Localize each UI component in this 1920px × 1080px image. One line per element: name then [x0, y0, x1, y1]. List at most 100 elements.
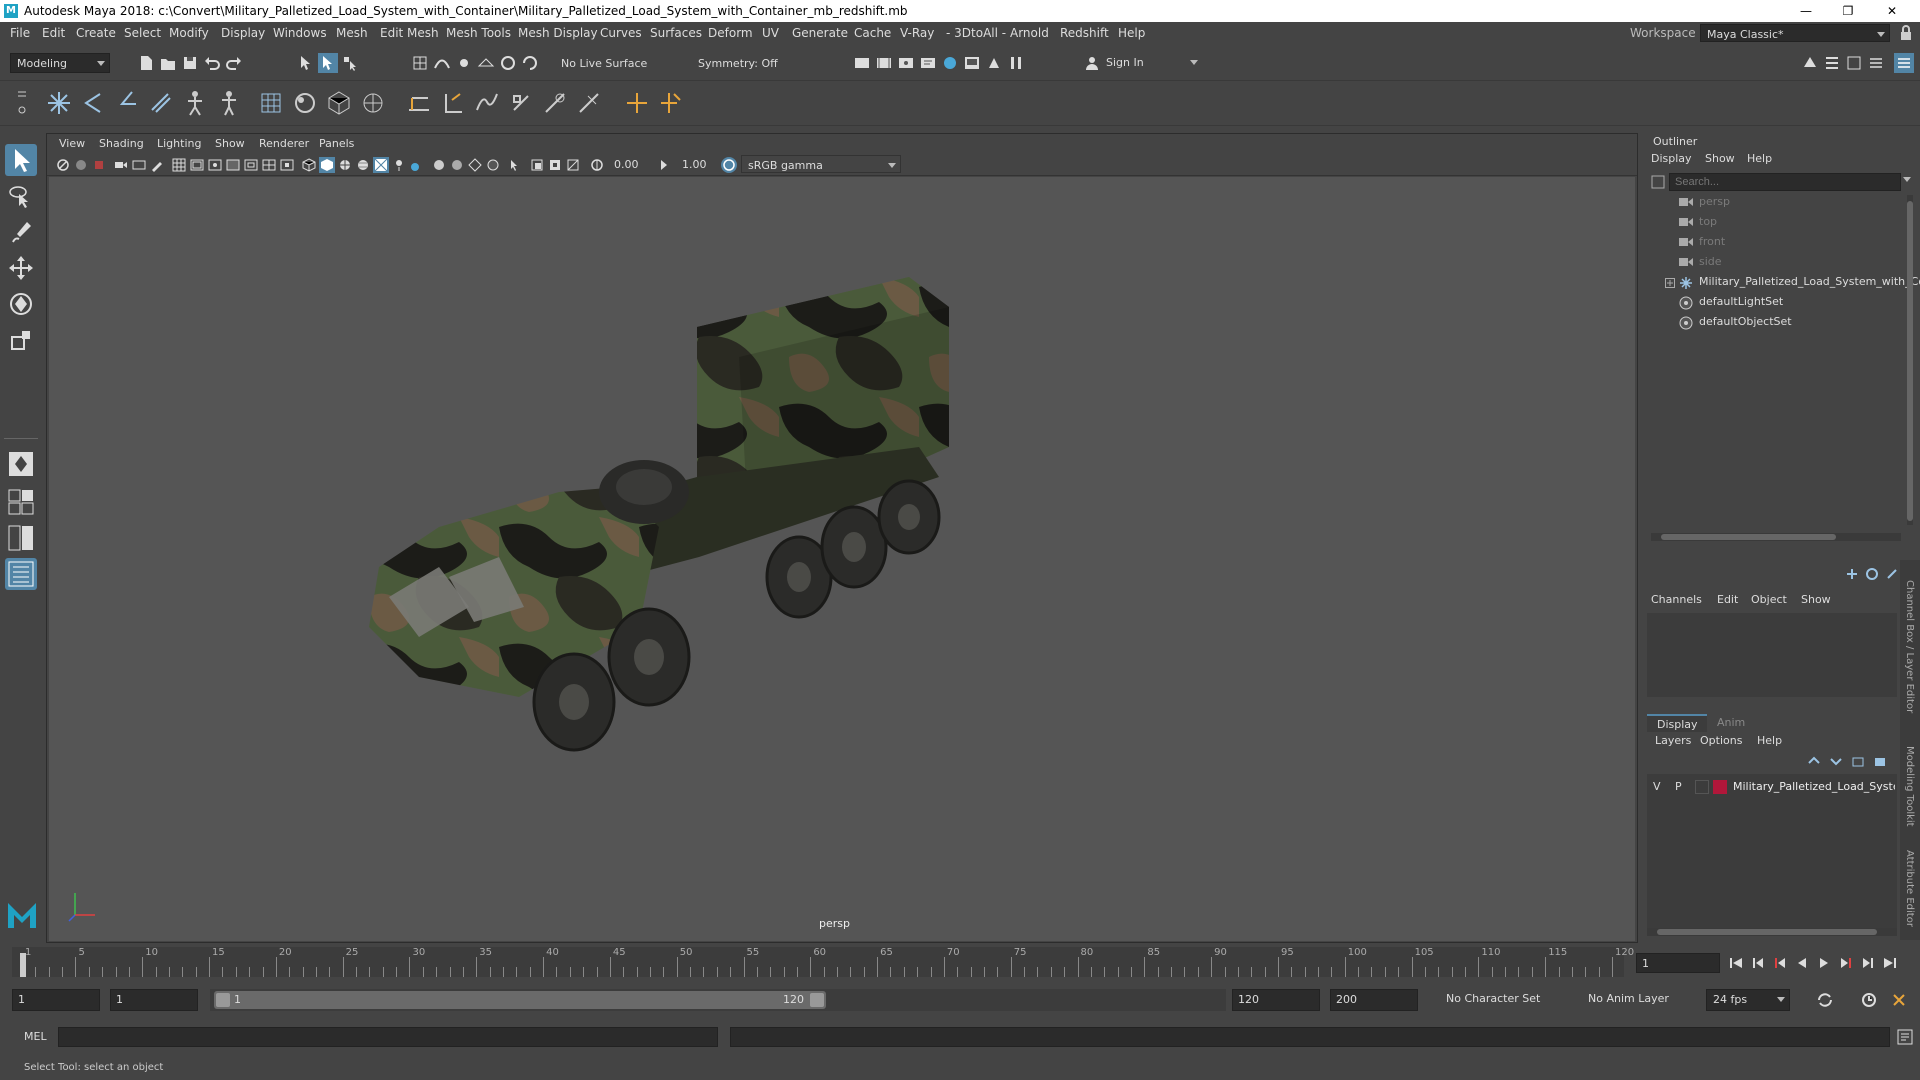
- scale-tool-icon[interactable]: [5, 324, 37, 356]
- layer-name[interactable]: Military_Palletized_Load_System: [1733, 780, 1895, 793]
- menu-redshift[interactable]: Redshift: [1060, 26, 1109, 40]
- menu-uv[interactable]: UV: [762, 26, 779, 40]
- channel-box-toggle-icon[interactable]: [1866, 53, 1886, 73]
- fps-dropdown[interactable]: 24 fps: [1706, 989, 1790, 1011]
- range-bar[interactable]: 1 120: [210, 989, 1226, 1011]
- single-perspective-layout-icon[interactable]: [5, 448, 37, 480]
- lattice-icon[interactable]: [256, 88, 286, 118]
- close-button[interactable]: ✕: [1872, 2, 1912, 20]
- layer-reference-toggle[interactable]: [1695, 780, 1709, 794]
- save-scene-icon[interactable]: [180, 53, 200, 73]
- two-view-layout-icon[interactable]: [5, 522, 37, 554]
- tool-settings-toggle-icon[interactable]: [1844, 53, 1864, 73]
- skin-bind-icon[interactable]: [146, 88, 176, 118]
- snap-curve-icon[interactable]: [432, 53, 452, 73]
- range-handle[interactable]: 1 120: [214, 991, 826, 1009]
- layer-color-swatch[interactable]: [1713, 780, 1727, 794]
- exposure-icon[interactable]: [589, 157, 605, 173]
- grid-toggle-icon[interactable]: [171, 157, 187, 173]
- go-to-start-icon[interactable]: [1728, 955, 1744, 971]
- motion-blur-icon[interactable]: [449, 157, 465, 173]
- exposure-field[interactable]: 0.00: [609, 155, 649, 173]
- flare-icon[interactable]: [438, 88, 468, 118]
- menu-file[interactable]: File: [10, 26, 30, 40]
- outliner-horizontal-scrollbar[interactable]: [1651, 533, 1901, 541]
- menu-3dtoall[interactable]: - 3DtoAll -: [946, 26, 1006, 40]
- channel-refresh-icon[interactable]: [1865, 567, 1879, 581]
- wireframe-on-shaded-icon[interactable]: [337, 157, 353, 173]
- menu-modify[interactable]: Modify: [169, 26, 209, 40]
- twist-icon[interactable]: [540, 88, 570, 118]
- script-language-toggle[interactable]: MEL: [24, 1030, 47, 1043]
- panel-menu-renderer[interactable]: Renderer: [259, 137, 309, 150]
- sculpt-icon[interactable]: [290, 88, 320, 118]
- panel-menu-shading[interactable]: Shading: [99, 137, 144, 150]
- playback-end-field[interactable]: 120: [1232, 989, 1320, 1011]
- color-management-icon[interactable]: [721, 157, 737, 173]
- lock-icon[interactable]: [1898, 25, 1914, 41]
- minimize-button[interactable]: —: [1786, 2, 1826, 20]
- rotate-tool-icon[interactable]: [5, 288, 37, 320]
- select-camera-icon[interactable]: [55, 157, 71, 173]
- layer-menu-options[interactable]: Options: [1700, 734, 1742, 747]
- start-time-field[interactable]: 1: [12, 989, 100, 1011]
- menu-mesh-tools[interactable]: Mesh Tools: [446, 26, 511, 40]
- use-all-lights-icon[interactable]: [373, 157, 389, 173]
- channel-menu-edit[interactable]: Edit: [1717, 593, 1738, 606]
- outliner-layout-icon[interactable]: [5, 558, 37, 590]
- menu-mesh-display[interactable]: Mesh Display: [518, 26, 598, 40]
- view-transform-dropdown[interactable]: sRGB gamma: [741, 155, 901, 173]
- channel-menu-channels[interactable]: Channels: [1651, 593, 1702, 606]
- outliner-menu-help[interactable]: Help: [1747, 152, 1772, 165]
- shadows-icon[interactable]: [391, 157, 407, 173]
- menu-edit[interactable]: Edit: [42, 26, 65, 40]
- move-layer-down-icon[interactable]: [1829, 754, 1843, 768]
- ipr-render-icon[interactable]: [896, 53, 916, 73]
- make-live-icon[interactable]: [498, 53, 518, 73]
- xray-joints-icon[interactable]: [547, 157, 563, 173]
- maximize-button[interactable]: ❐: [1828, 2, 1868, 20]
- menu-windows[interactable]: Windows: [273, 26, 327, 40]
- cluster-handle-icon[interactable]: [656, 88, 686, 118]
- menu-curves[interactable]: Curves: [600, 26, 642, 40]
- move-tool-icon[interactable]: [5, 252, 37, 284]
- shelf-menu-icon[interactable]: [16, 86, 28, 120]
- gamma-field[interactable]: 1.00: [677, 155, 717, 173]
- menu-help[interactable]: Help: [1118, 26, 1145, 40]
- render-settings-icon[interactable]: [918, 53, 938, 73]
- layer-menu-layers[interactable]: Layers: [1655, 734, 1691, 747]
- anim-layer-dropdown[interactable]: No Anim Layer: [1582, 989, 1692, 1011]
- script-editor-icon[interactable]: [1896, 1028, 1914, 1046]
- viewport-persp[interactable]: persp: [49, 177, 1635, 941]
- hypershade-icon[interactable]: [940, 53, 960, 73]
- lasso-tool-icon[interactable]: [5, 180, 37, 212]
- film-gate-icon[interactable]: [189, 157, 205, 173]
- layer-row[interactable]: V P Military_Palletized_Load_System: [1647, 778, 1897, 796]
- menu-edit-mesh[interactable]: Edit Mesh: [380, 26, 439, 40]
- menu-cache[interactable]: Cache: [854, 26, 891, 40]
- paint-select-icon[interactable]: [5, 216, 37, 248]
- loop-icon[interactable]: [1816, 991, 1834, 1009]
- outliner-search-input[interactable]: [1669, 173, 1901, 191]
- select-tool-icon[interactable]: [5, 144, 37, 176]
- symmetry-dropdown[interactable]: Symmetry: Off: [692, 54, 792, 73]
- layer-visibility-toggle[interactable]: V: [1653, 780, 1661, 793]
- screen-space-ao-icon[interactable]: [431, 157, 447, 173]
- field-chart-icon[interactable]: [243, 157, 259, 173]
- redshift-render-icon[interactable]: [984, 53, 1004, 73]
- range-end-grip[interactable]: [810, 993, 824, 1007]
- locator-icon[interactable]: [622, 88, 652, 118]
- step-forward-key-icon[interactable]: [1860, 955, 1876, 971]
- lighting-icon[interactable]: [409, 157, 425, 173]
- menu-select[interactable]: Select: [124, 26, 161, 40]
- channel-edit-icon[interactable]: [1885, 567, 1899, 581]
- render-frame-icon[interactable]: [852, 53, 872, 73]
- channel-key-icon[interactable]: [1845, 567, 1859, 581]
- tab-modeling-toolkit[interactable]: Modeling Toolkit: [1904, 746, 1915, 827]
- step-back-key-icon[interactable]: [1750, 955, 1766, 971]
- panel-menu-panels[interactable]: Panels: [319, 137, 354, 150]
- menu-create[interactable]: Create: [76, 26, 116, 40]
- sign-in-button[interactable]: Sign In: [1082, 53, 1202, 73]
- current-time-marker[interactable]: [20, 953, 26, 977]
- gate-mask-icon[interactable]: [225, 157, 241, 173]
